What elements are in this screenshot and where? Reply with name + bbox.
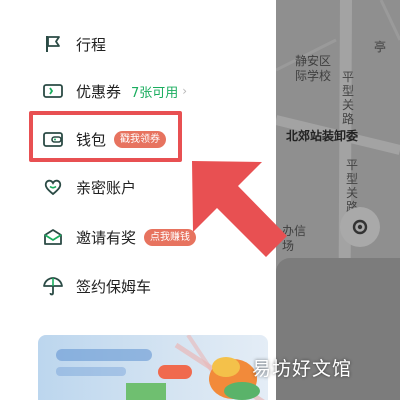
menu-label-family-account: 亲密账户: [76, 178, 137, 197]
map-label-school: 静安区 际学校: [295, 54, 332, 83]
invite-badge: 点我赚钱: [144, 228, 197, 246]
menu-label-coupons: 优惠券: [76, 82, 122, 101]
map-label-partial: 办信 场: [282, 224, 307, 253]
menu-label-nanny-car: 签约保姆车: [76, 277, 152, 296]
side-drawer: 行程 优惠券 7张可用 › 钱包 戳我领券 亲密账户 邀请有奖 点我赚钱 签约保…: [0, 0, 276, 400]
flag-icon: [42, 33, 64, 55]
menu-item-family-account[interactable]: 亲密账户: [42, 172, 136, 202]
map-label-road-2: 平型关路: [346, 158, 359, 214]
locate-button[interactable]: [340, 207, 380, 247]
heart-icon: [42, 176, 64, 198]
umbrella-icon: [42, 275, 64, 297]
watermark: 易坊好文馆: [252, 358, 353, 380]
locate-icon: [352, 219, 368, 235]
menu-item-coupons[interactable]: 优惠券 7张可用 ›: [42, 76, 187, 106]
gift-icon: [42, 226, 64, 248]
promo-banner-art: [56, 335, 265, 400]
menu-label-trips: 行程: [76, 35, 107, 54]
menu-item-invite[interactable]: 邀请有奖 点我赚钱: [42, 222, 197, 252]
menu-item-trips[interactable]: 行程: [42, 29, 106, 59]
menu-label-invite: 邀请有奖: [76, 228, 137, 247]
map-label-edge: 亭: [374, 40, 387, 54]
map-label-station: 北郊站装卸委: [286, 129, 359, 143]
promo-banner[interactable]: [38, 335, 268, 400]
coupon-count: 7张可用: [131, 85, 179, 101]
map-view[interactable]: 静安区 际学校 平型关路 北郊站装卸委 平型关路 办信 场 亭: [276, 0, 400, 400]
coupon-icon: [42, 80, 64, 102]
menu-item-nanny-car[interactable]: 签约保姆车: [42, 271, 151, 301]
map-label-road: 平型关路: [342, 70, 355, 126]
chevron-right-icon: ›: [182, 84, 188, 98]
wallet-highlight-box: [29, 111, 182, 162]
